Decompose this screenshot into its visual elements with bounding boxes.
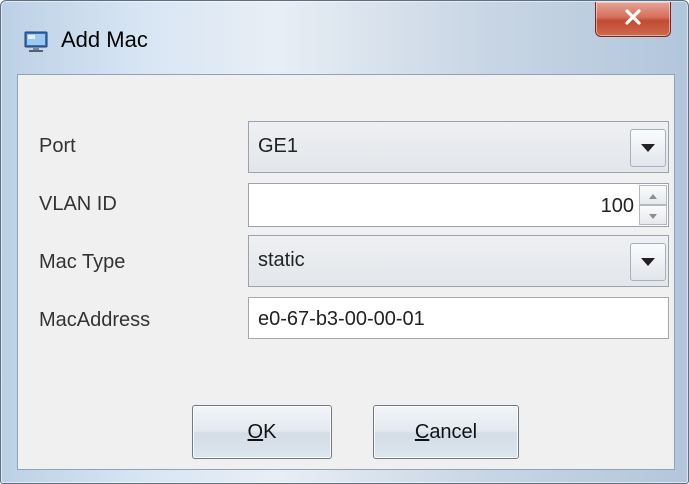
vlan-id-spinner[interactable]: 100 <box>248 183 669 227</box>
dialog-window: Add Mac Port GE1 VLAN ID 100 Mac Type st… <box>0 0 689 484</box>
app-window-icon <box>24 31 48 53</box>
chevron-down-icon <box>641 253 655 271</box>
cancel-button-mnemonic: C <box>414 420 430 443</box>
close-icon <box>624 8 642 30</box>
port-select[interactable]: GE1 <box>248 121 669 173</box>
port-dropdown-button[interactable] <box>630 129 666 167</box>
close-button[interactable] <box>595 2 671 37</box>
title-bar[interactable]: Add Mac <box>1 1 688 74</box>
mac-type-select[interactable]: static <box>248 235 669 287</box>
cancel-button[interactable]: Cancel <box>373 405 519 459</box>
port-select-value: GE1 <box>258 135 299 157</box>
dialog-content: Port GE1 VLAN ID 100 Mac Type static Mac… <box>17 74 675 470</box>
ok-button-mnemonic: O <box>247 420 264 443</box>
mac-address-value: e0-67-b3-00-00-01 <box>258 308 425 330</box>
mac-type-dropdown-button[interactable] <box>630 243 666 281</box>
vlan-id-value: 100 <box>600 195 634 217</box>
mac-type-select-value: static <box>258 249 305 271</box>
vlan-decrement-button[interactable] <box>639 205 667 225</box>
vlan-increment-button[interactable] <box>639 185 667 205</box>
chevron-down-icon <box>641 139 655 157</box>
ok-button[interactable]: OK <box>192 405 332 459</box>
cancel-button-label: ancel <box>429 420 478 443</box>
ok-button-label: K <box>263 420 277 443</box>
dialog-title: Add Mac <box>61 27 148 52</box>
arrow-down-icon <box>649 206 657 224</box>
mac-address-label: MacAddress <box>39 309 151 331</box>
vlan-id-label: VLAN ID <box>39 193 117 215</box>
mac-address-input[interactable]: e0-67-b3-00-00-01 <box>248 297 669 339</box>
mac-type-label: Mac Type <box>39 251 126 273</box>
port-label: Port <box>39 135 76 157</box>
arrow-up-icon <box>649 186 657 204</box>
